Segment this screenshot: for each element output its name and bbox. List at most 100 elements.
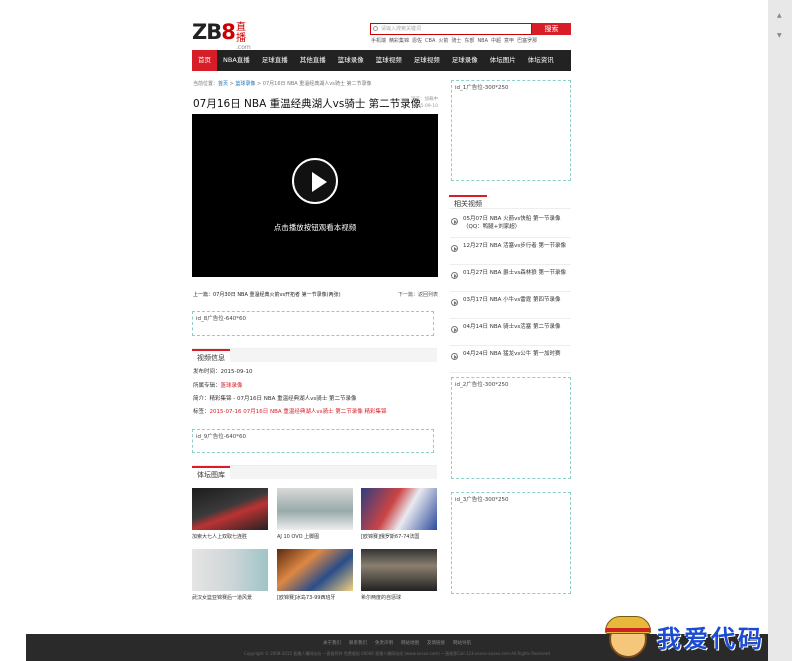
hot-keyword[interactable]: NBA [477, 38, 488, 44]
breadcrumb-category[interactable]: 篮球录像 [235, 81, 255, 87]
hot-keyword[interactable]: CBA [425, 38, 435, 44]
gallery-caption[interactable]: 武汉女篮亚锦赛后一道风景 [192, 594, 269, 601]
gallery-caption[interactable]: AJ 10 OVO 上脚图 [277, 533, 354, 540]
related-item-title[interactable]: 01月27日 NBA 爵士vs森林狼 第一节录像 [463, 269, 566, 277]
gallery-item[interactable]: [欧锦赛]冰岛73-99西班牙 [277, 549, 354, 601]
video-tip: 点击播放按钮观看本视频 [273, 223, 357, 232]
related-item[interactable]: 03月17日 NBA 小牛vs雷霆 第四节录像 [450, 292, 571, 319]
gallery-item[interactable]: 武汉女篮亚锦赛后一道风景 [192, 549, 269, 601]
breadcrumb-prefix: 当前位置： [193, 81, 219, 87]
watermark-logo: 我爱代码 [605, 614, 775, 661]
hot-keyword[interactable]: 恩佐 [412, 38, 422, 44]
footer-link[interactable]: 关于我们 [323, 641, 341, 646]
gallery-caption[interactable]: [欧锦赛]冰岛73-99西班牙 [277, 594, 354, 601]
hot-keyword[interactable]: 巴塞罗那 [517, 38, 537, 44]
hot-keyword[interactable]: 中超 [491, 38, 501, 44]
info-publish: 发布时间：2015-09-10 [193, 369, 253, 375]
gallery-caption[interactable]: 加索大七人上双取七连胜 [192, 533, 269, 540]
info-tags-label: 标签： [193, 409, 210, 415]
scroll-down-icon[interactable]: ▼ [777, 32, 783, 39]
info-tags: 标签：2015-07-16 07月16日 NBA 重温经典湖人vs骑士 第二节录… [193, 407, 387, 415]
related-item[interactable]: 12月27日 NBA 活塞vs步行者 第一节录像 [450, 238, 571, 265]
nav-item-sports-news[interactable]: 体坛资讯 [522, 50, 560, 71]
play-circle-icon [451, 245, 458, 252]
nav-item-nba-live[interactable]: NBA直播 [217, 50, 256, 71]
hot-keyword[interactable]: 意甲 [504, 38, 514, 44]
prev-link[interactable]: 上一篇：07月30日 NBA 重温经典火箭vs开拓者 第一节录像(两张) [193, 291, 341, 298]
hot-keyword[interactable]: 火箭 [438, 38, 448, 44]
logo-cn-text: 直播 [236, 22, 246, 44]
watermark-text: 我爱代码 [657, 624, 765, 653]
ad-slot-9[interactable]: id_9广告位-640*60 [192, 429, 434, 453]
hot-keyword[interactable]: 骑士 [451, 38, 461, 44]
breadcrumb: 当前位置：首页 > 篮球录像 > 07月16日 NBA 重温经典湖人vs骑士 第… [193, 80, 371, 87]
play-circle-icon [451, 272, 458, 279]
related-item[interactable]: 04月14日 NBA 骑士vs活塞 第二节录像 [450, 319, 571, 346]
nav-item-football-replay[interactable]: 足球录像 [446, 50, 484, 71]
gallery-image[interactable] [277, 549, 353, 591]
gallery-caption[interactable]: [欧锦赛]俄罗斯67-74法国 [361, 533, 438, 540]
hot-keyword[interactable]: 东部 [464, 38, 474, 44]
gallery-image[interactable] [192, 549, 268, 591]
gallery-image[interactable] [277, 488, 353, 530]
related-item-title[interactable]: 12月27日 NBA 活塞vs步行者 第一节录像 [463, 242, 566, 250]
logo-number: 8 [221, 20, 236, 44]
nav-item-basketball-video[interactable]: 篮球视频 [370, 50, 408, 71]
footer-link[interactable]: 网站地图 [401, 641, 419, 646]
hot-keyword[interactable]: 精彩集锦 [389, 38, 409, 44]
search-input[interactable]: 请输入搜索关键词 [370, 23, 532, 35]
search-button[interactable]: 搜索 [532, 23, 571, 35]
info-tags-link[interactable]: 2015-07-16 07月16日 NBA 重温经典湖人vs骑士 第二节录像 精… [210, 409, 387, 415]
nav-item-home[interactable]: 首页 [192, 50, 217, 71]
search-icon [373, 26, 378, 31]
hot-keyword[interactable]: 手机端 [371, 38, 386, 44]
footer-link[interactable]: 免责声明 [375, 641, 393, 646]
nav-item-other-live[interactable]: 其他直播 [294, 50, 332, 71]
related-item[interactable]: 01月27日 NBA 爵士vs森林狼 第一节录像 [450, 265, 571, 292]
gallery-item[interactable]: AJ 10 OVO 上脚图 [277, 488, 354, 540]
ad-slot-8[interactable]: id_8广告位-640*60 [192, 311, 434, 336]
nav-item-football-live[interactable]: 足球直播 [256, 50, 294, 71]
video-player[interactable]: 点击播放按钮观看本视频 [192, 114, 438, 277]
footer-link[interactable]: 联系我们 [349, 641, 367, 646]
related-item[interactable]: 04月24日 NBA 猛龙vs公牛 第一加时赛 [450, 346, 571, 373]
info-category: 所属专辑：篮球录像 [193, 381, 243, 389]
scrollbar[interactable]: ▲ ▼ [768, 0, 792, 661]
section-title: 体坛图库 [192, 466, 230, 480]
scroll-up-icon[interactable]: ▲ [777, 12, 783, 19]
nav-item-football-video[interactable]: 足球视频 [408, 50, 446, 71]
footer-link[interactable]: 网站导航 [453, 641, 471, 646]
gallery-item[interactable]: 希尔两度的自惩球 [361, 549, 438, 601]
logo-text: ZB [192, 20, 222, 44]
section-title: 相关视频 [449, 195, 487, 209]
info-summary: 简介：精彩集锦 - 07月16日 NBA 重温经典湖人vs骑士 第二节录像 [193, 396, 357, 402]
next-link[interactable]: 下一篇：返回列表 [398, 291, 438, 298]
search-bar: 请输入搜索关键词 搜索 [370, 23, 571, 35]
related-item-title[interactable]: 03月17日 NBA 小牛vs雷霆 第四节录像 [463, 296, 561, 304]
gallery-caption[interactable]: 希尔两度的自惩球 [361, 594, 438, 601]
gallery-item[interactable]: [欧锦赛]俄罗斯67-74法国 [361, 488, 438, 540]
play-circle-icon [451, 299, 458, 306]
related-item[interactable]: 05月07日 NBA 火箭vs快船 第一节录像 （QQ：鸭腿+刘家超） [450, 211, 571, 238]
play-circle-icon [451, 353, 458, 360]
play-icon[interactable] [292, 158, 338, 204]
gallery-image[interactable] [361, 488, 437, 530]
related-item-title[interactable]: 04月14日 NBA 骑士vs活塞 第二节录像 [463, 323, 561, 331]
ad-slot-2[interactable]: id_2广告位-300*250 [451, 377, 571, 479]
nav-item-basketball-replay[interactable]: 篮球录像 [332, 50, 370, 71]
gallery-image[interactable] [361, 549, 437, 591]
site-logo[interactable]: ZB8 直播 .com [192, 20, 251, 51]
gallery-header: 体坛图库 [192, 465, 437, 480]
ad-slot-3[interactable]: id_3广告位-300*250 [451, 492, 571, 594]
ad-slot-1[interactable]: id_1广告位-300*250 [451, 80, 571, 181]
nav-item-sports-pics[interactable]: 体坛图片 [484, 50, 522, 71]
info-category-link[interactable]: 篮球录像 [221, 383, 243, 389]
breadcrumb-current: 07月16日 NBA 重温经典湖人vs骑士 第二节录像 [262, 81, 372, 87]
related-item-title[interactable]: 04月24日 NBA 猛龙vs公牛 第一加时赛 [463, 350, 561, 358]
footer-link[interactable]: 友情链接 [427, 641, 445, 646]
gallery-image[interactable] [192, 488, 268, 530]
breadcrumb-home[interactable]: 首页 [218, 81, 228, 87]
related-item-title[interactable]: 05月07日 NBA 火箭vs快船 第一节录像 [463, 215, 561, 223]
gallery-item[interactable]: 加索大七人上双取七连胜 [192, 488, 269, 540]
related-item-subtitle: （QQ：鸭腿+刘家超） [463, 224, 521, 230]
